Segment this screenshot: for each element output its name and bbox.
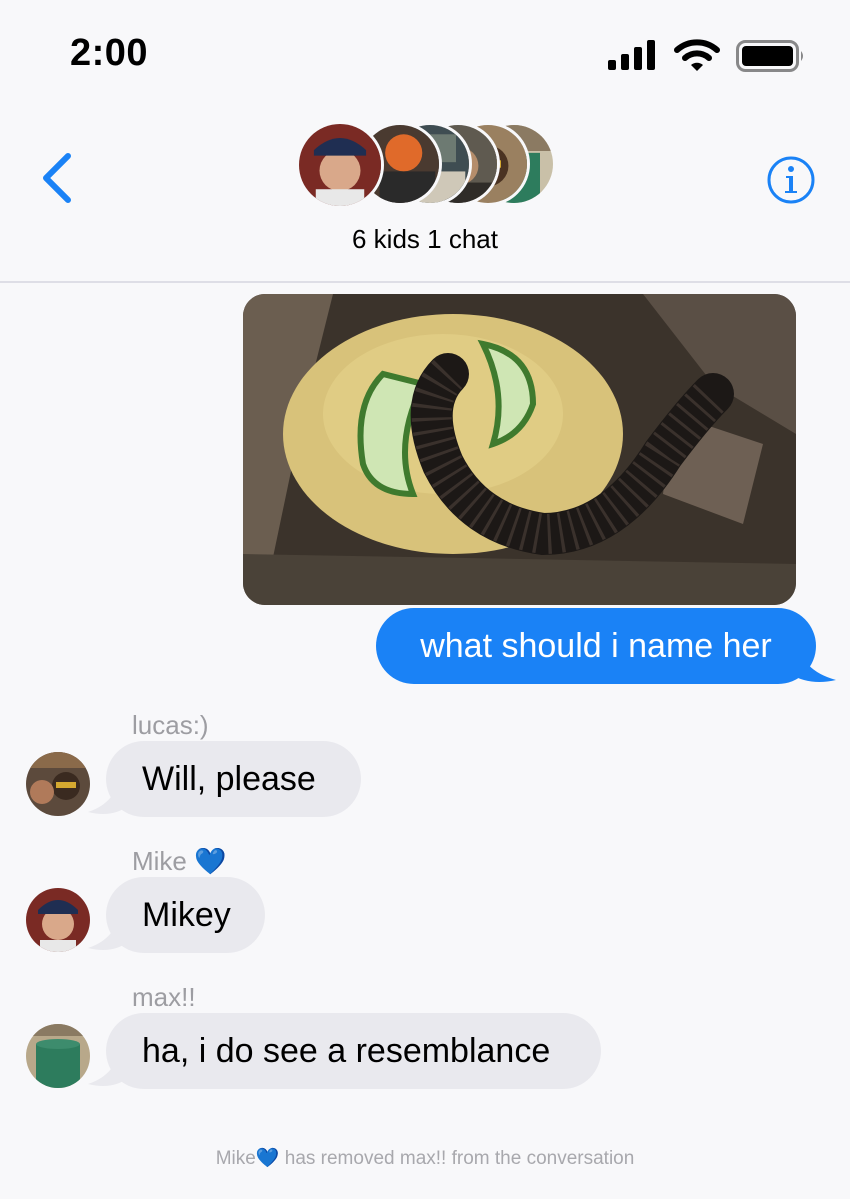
incoming-message-bubble[interactable]: Will, please	[106, 741, 361, 817]
wifi-icon	[674, 39, 720, 71]
back-chevron-icon[interactable]	[36, 150, 80, 206]
avatar-max[interactable]	[26, 1024, 90, 1088]
bubble-tail	[790, 640, 836, 682]
chat-name[interactable]: 6 kids 1 chat	[0, 224, 850, 255]
cellular-signal-icon	[608, 40, 655, 70]
incoming-message-bubble[interactable]: ha, i do see a resemblance	[106, 1013, 601, 1089]
group-avatar-1	[296, 121, 384, 209]
outgoing-message-bubble[interactable]: what should i name her	[376, 608, 816, 684]
avatar-lucas[interactable]	[26, 752, 90, 816]
photo-message-millipede[interactable]	[243, 294, 796, 605]
sender-name: Mike 💙	[132, 846, 227, 876]
status-icons	[608, 36, 808, 76]
incoming-message-bubble[interactable]: Mikey	[106, 877, 265, 953]
system-notice: Mike💙 has removed max!! from the convers…	[215, 1148, 635, 1169]
status-time: 2:00	[70, 32, 149, 74]
avatar-mike[interactable]	[26, 888, 90, 952]
header-divider	[0, 281, 850, 283]
sender-name: max!!	[132, 982, 196, 1012]
group-avatar-stack[interactable]	[296, 121, 558, 209]
battery-icon	[736, 40, 803, 72]
info-icon[interactable]	[766, 155, 816, 205]
sender-name: lucas:)	[132, 710, 209, 740]
